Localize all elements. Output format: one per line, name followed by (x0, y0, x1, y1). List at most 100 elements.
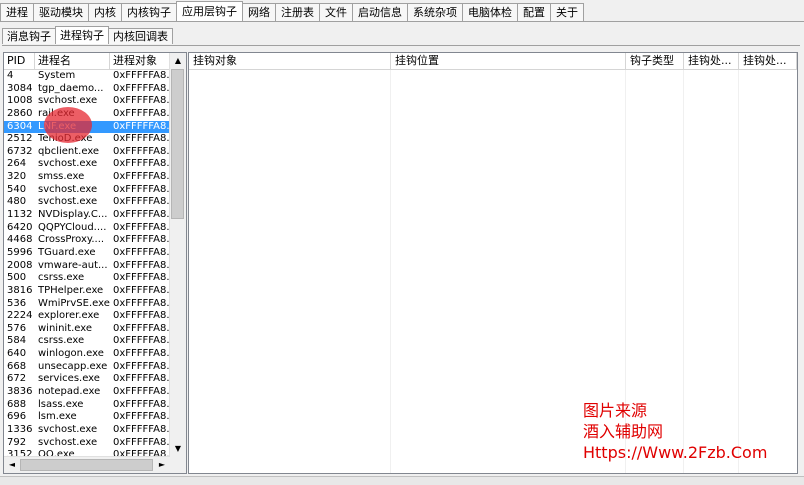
main-tab-bar: 进程 驱动模块 内核 内核钩子 应用层钩子 网络 注册表 文件 启动信息 系统杂项 电脑体检 配置 关于 (0, 1, 584, 21)
row-pid: 4468 (7, 234, 33, 246)
column-header-hook-location[interactable]: 挂钩位置 (391, 53, 626, 69)
table-row[interactable]: 320 smss.exe 0xFFFFFA8.. (4, 171, 170, 184)
table-row[interactable]: 4468 CrossProxy.... 0xFFFFFA8.. (4, 234, 170, 247)
row-process-name: svchost.exe (38, 436, 98, 448)
row-process-name: LNF.exe (38, 120, 77, 132)
row-pid: 6420 (7, 221, 33, 233)
sub-tab[interactable]: 消息钩子 (2, 28, 56, 44)
table-row[interactable]: 3084 tgp_daemo... 0xFFFFFA8.. (4, 83, 170, 96)
table-row[interactable]: 3816 TPHelper.exe 0xFFFFFA8.. (4, 285, 170, 298)
table-row[interactable]: 2512 TenioD.exe 0xFFFFFA8.. (4, 133, 170, 146)
row-pid: 1132 (7, 209, 33, 221)
scroll-corner (170, 457, 186, 473)
table-row[interactable]: 500 csrss.exe 0xFFFFFA8.. (4, 272, 170, 285)
main-tab[interactable]: 启动信息 (352, 3, 408, 21)
row-process-object: 0xFFFFFA8.. (113, 95, 170, 107)
row-pid: 480 (7, 196, 27, 208)
row-process-name: svchost.exe (38, 423, 98, 435)
row-process-object: 0xFFFFFA8.. (113, 209, 170, 221)
row-process-object: 0xFFFFFA8.. (113, 158, 170, 170)
table-row[interactable]: 6420 QQPYCloud.... 0xFFFFFA8.. (4, 222, 170, 235)
hscroll-thumb[interactable] (20, 459, 153, 471)
row-process-object: 0xFFFFFA8.. (113, 386, 170, 398)
main-tab[interactable]: 内核 (88, 3, 122, 21)
row-pid: 320 (7, 171, 27, 183)
row-process-object: 0xFFFFFA8.. (113, 310, 170, 322)
main-tab[interactable]: 注册表 (275, 3, 320, 21)
table-row[interactable]: 1008 svchost.exe 0xFFFFFA8.. (4, 95, 170, 108)
row-process-name: tgp_daemo... (38, 82, 104, 94)
row-process-object: 0xFFFFFA8.. (113, 183, 170, 195)
table-row[interactable]: 640 winlogon.exe 0xFFFFFA8.. (4, 348, 170, 361)
table-row[interactable]: 264 svchost.exe 0xFFFFFA8.. (4, 158, 170, 171)
main-tab[interactable]: 网络 (242, 3, 276, 21)
main-tab[interactable]: 内核钩子 (121, 3, 177, 21)
row-pid: 540 (7, 183, 27, 195)
row-pid: 1336 (7, 423, 33, 435)
table-row[interactable]: 4 System 0xFFFFFA8.. (4, 70, 170, 83)
row-process-object: 0xFFFFFA8.. (113, 284, 170, 296)
table-row[interactable]: 2224 explorer.exe 0xFFFFFA8.. (4, 310, 170, 323)
table-row[interactable]: 536 WmiPrvSE.exe 0xFFFFFA8.. (4, 298, 170, 311)
row-pid: 3816 (7, 284, 33, 296)
table-row[interactable]: 688 lsass.exe 0xFFFFFA8.. (4, 399, 170, 412)
column-header-hook-address-2[interactable]: 挂钩处... (739, 53, 797, 69)
row-process-object: 0xFFFFFA8.. (113, 196, 170, 208)
main-tab[interactable]: 系统杂项 (407, 3, 463, 21)
column-header-hook-address-1[interactable]: 挂钩处... (684, 53, 739, 69)
table-row[interactable]: 1336 svchost.exe 0xFFFFFA8.. (4, 424, 170, 437)
watermark-line-1: 图片来源 (583, 401, 648, 420)
main-tab[interactable]: 电脑体检 (462, 3, 518, 21)
table-row[interactable]: 1132 NVDisplay.C... 0xFFFFFA8.. (4, 209, 170, 222)
scroll-right-button[interactable]: ► (154, 457, 170, 473)
column-header-process-object[interactable]: 进程对象 (110, 53, 170, 69)
table-row[interactable]: 584 csrss.exe 0xFFFFFA8.. (4, 335, 170, 348)
table-row[interactable]: 792 svchost.exe 0xFFFFFA8.. (4, 437, 170, 450)
row-process-name: rail.exe (38, 107, 75, 119)
scroll-down-button[interactable]: ▼ (170, 441, 186, 457)
row-process-object: 0xFFFFFA8.. (113, 246, 170, 258)
table-row[interactable]: 668 unsecapp.exe 0xFFFFFA8.. (4, 361, 170, 374)
process-list-header: PID 进程名 进程对象 (4, 53, 186, 70)
main-tab[interactable]: 驱动模块 (33, 3, 89, 21)
column-header-process-name[interactable]: 进程名 (35, 53, 110, 69)
main-tab[interactable]: 进程 (0, 3, 34, 21)
row-process-object: 0xFFFFFA8.. (113, 133, 170, 145)
row-process-name: svchost.exe (38, 183, 98, 195)
table-row[interactable]: 2860 rail.exe 0xFFFFFA8.. (4, 108, 170, 121)
table-row[interactable]: 6304 LNF.exe 0xFFFFFA8.. (4, 120, 170, 134)
main-tab[interactable]: 关于 (550, 3, 584, 21)
main-tab[interactable]: 文件 (319, 3, 353, 21)
table-row[interactable]: 2008 vmware-aut... 0xFFFFFA8.. (4, 260, 170, 273)
process-list-vscrollbar[interactable]: ▲ ▼ (169, 53, 186, 457)
table-row[interactable]: 3836 notepad.exe 0xFFFFFA8.. (4, 386, 170, 399)
table-row[interactable]: 6732 qbclient.exe 0xFFFFFA8.. (4, 146, 170, 159)
row-process-object: 0xFFFFFA8.. (113, 120, 170, 132)
table-row[interactable]: 696 lsm.exe 0xFFFFFA8.. (4, 411, 170, 424)
table-row[interactable]: 480 svchost.exe 0xFFFFFA8.. (4, 196, 170, 209)
table-row[interactable]: 576 wininit.exe 0xFFFFFA8.. (4, 323, 170, 336)
table-row[interactable]: 540 svchost.exe 0xFFFFFA8.. (4, 184, 170, 197)
sub-tab[interactable]: 内核回调表 (108, 28, 173, 44)
process-list[interactable]: PID 进程名 进程对象 4 System 0xFFFFFA8.. 3084 tgp_d… (3, 52, 187, 474)
table-row[interactable]: 672 services.exe 0xFFFFFA8.. (4, 373, 170, 386)
row-pid: 4 (7, 70, 14, 81)
process-list-hscrollbar[interactable]: ◄ ► (4, 456, 170, 473)
main-tab[interactable]: 配置 (517, 3, 551, 21)
column-header-hook-type[interactable]: 钩子类型 (626, 53, 684, 69)
column-header-hook-object[interactable]: 挂钩对象 (189, 53, 391, 69)
table-row[interactable]: 5996 TGuard.exe 0xFFFFFA8.. (4, 247, 170, 260)
row-process-name: svchost.exe (38, 158, 98, 170)
watermark: 图片来源 酒入辅助网 Https://Www.2Fzb.Com (583, 400, 767, 463)
row-process-name: wininit.exe (38, 322, 93, 334)
main-tab[interactable]: 应用层钩子 (176, 1, 243, 21)
row-process-name: TenioD.exe (38, 133, 93, 145)
sub-tab[interactable]: 进程钩子 (55, 26, 109, 44)
scroll-up-button[interactable]: ▲ (170, 53, 186, 69)
column-header-pid[interactable]: PID (4, 53, 35, 69)
main-tab-divider (0, 21, 804, 22)
row-pid: 6732 (7, 145, 33, 157)
scroll-left-button[interactable]: ◄ (4, 457, 20, 473)
row-process-name: vmware-aut... (38, 259, 108, 271)
scroll-thumb[interactable] (171, 69, 184, 219)
